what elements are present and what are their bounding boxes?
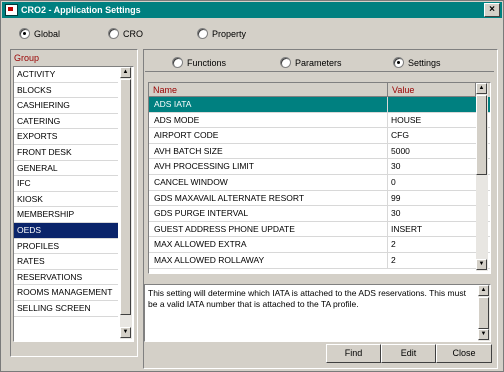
column-header-name[interactable]: Name — [149, 83, 388, 97]
setting-description: This setting will determine which IATA i… — [144, 284, 491, 342]
title-bar[interactable]: CRO2 - Application Settings × — [2, 2, 502, 18]
table-row[interactable]: AVH PROCESSING LIMIT 30 — [149, 159, 490, 175]
table-row[interactable]: MAX ALLOWED ROLLAWAY 2 — [149, 252, 490, 269]
group-item[interactable]: KIOSK — [14, 192, 118, 208]
setting-value-cell[interactable]: 5000 — [388, 144, 476, 159]
tab-parameters[interactable]: Parameters — [280, 57, 342, 68]
group-item[interactable]: RATES — [14, 254, 118, 270]
scope-label-global: Global — [34, 28, 61, 39]
tab-label-parameters: Parameters — [295, 57, 342, 68]
scroll-thumb[interactable] — [476, 95, 487, 175]
table-row[interactable]: CANCEL WINDOW 0 — [149, 174, 490, 191]
scroll-up-icon[interactable]: ▲ — [120, 67, 131, 78]
radio-unselected-icon — [108, 28, 119, 39]
setting-value-cell[interactable]: CFG — [388, 128, 476, 143]
group-title: Group — [14, 53, 40, 63]
table-row[interactable]: GDS PURGE INTERVAL 30 — [149, 206, 490, 222]
radio-selected-icon — [393, 57, 404, 68]
setting-value-cell[interactable]: HOUSE — [388, 113, 476, 128]
group-item[interactable]: FRONT DESK — [14, 145, 118, 161]
group-item[interactable]: ACTIVITY — [14, 67, 118, 83]
find-button[interactable]: Find — [326, 344, 381, 363]
setting-name-cell: AVH BATCH SIZE — [149, 143, 388, 159]
settings-table: Name Value ADS IATA ADS MODE HOUSE AIRPORT … — [148, 82, 491, 274]
setting-value-cell[interactable] — [388, 97, 476, 112]
setting-name-cell: MAX ALLOWED ROLLAWAY — [149, 252, 388, 268]
setting-value-cell[interactable]: INSERT — [388, 222, 476, 237]
group-item[interactable]: GENERAL — [14, 161, 118, 177]
setting-name-cell: MAX ALLOWED EXTRA — [149, 237, 388, 252]
group-item[interactable]: ROOMS MANAGEMENT — [14, 285, 118, 301]
setting-value-cell[interactable]: 30 — [388, 159, 476, 174]
group-list-scrollbar[interactable]: ▲ ▼ — [120, 67, 132, 339]
setting-name-cell: ADS IATA — [149, 97, 388, 112]
description-text: This setting will determine which IATA i… — [148, 288, 466, 309]
scroll-down-icon[interactable]: ▼ — [478, 329, 489, 340]
setting-value-cell[interactable]: 30 — [388, 206, 476, 221]
setting-name-cell: AIRPORT CODE — [149, 128, 388, 143]
radio-unselected-icon — [197, 28, 208, 39]
description-scrollbar[interactable]: ▲ ▼ — [478, 285, 490, 341]
group-item[interactable]: RESERVATIONS — [14, 270, 118, 286]
setting-value-cell[interactable]: 2 — [388, 253, 476, 268]
app-icon — [5, 4, 18, 16]
group-item[interactable]: SELLING SCREEN — [14, 301, 118, 317]
application-settings-window: CRO2 - Application Settings × Global CRO… — [0, 0, 504, 372]
table-row[interactable]: MAX ALLOWED EXTRA 2 — [149, 237, 490, 253]
scroll-thumb[interactable] — [120, 79, 131, 315]
column-header-value[interactable]: Value — [388, 83, 476, 97]
radio-unselected-icon — [280, 57, 291, 68]
window-close-button[interactable]: × — [484, 3, 500, 17]
setting-value-cell[interactable]: 0 — [388, 175, 476, 190]
tab-label-settings: Settings — [408, 57, 441, 68]
scroll-down-icon[interactable]: ▼ — [120, 327, 131, 338]
setting-name-cell: AVH PROCESSING LIMIT — [149, 159, 388, 174]
scope-radio-property[interactable]: Property — [197, 28, 246, 39]
setting-name-cell: ADS MODE — [149, 112, 388, 128]
radio-selected-icon — [19, 28, 30, 39]
close-button[interactable]: Close — [436, 344, 492, 363]
table-row[interactable]: GDS MAXAVAIL ALTERNATE RESORT 99 — [149, 190, 490, 207]
scroll-up-icon[interactable]: ▲ — [478, 285, 489, 296]
scroll-up-icon[interactable]: ▲ — [476, 83, 487, 94]
tab-settings[interactable]: Settings — [393, 57, 441, 68]
setting-name-cell: GUEST ADDRESS PHONE UPDATE — [149, 221, 388, 237]
table-row[interactable]: AIRPORT CODE CFG — [149, 128, 490, 144]
group-item[interactable]: PROFILES — [14, 239, 118, 255]
table-row[interactable]: AVH BATCH SIZE 5000 — [149, 143, 490, 160]
group-item[interactable]: CASHIERING — [14, 98, 118, 114]
radio-unselected-icon — [172, 57, 183, 68]
scroll-down-icon[interactable]: ▼ — [476, 259, 487, 270]
scroll-thumb[interactable] — [478, 297, 489, 329]
group-item[interactable]: CATERING — [14, 114, 118, 130]
setting-name-cell: GDS MAXAVAIL ALTERNATE RESORT — [149, 190, 388, 206]
edit-button[interactable]: Edit — [381, 344, 436, 363]
scope-radio-cro[interactable]: CRO — [108, 28, 143, 39]
tab-functions[interactable]: Functions — [172, 57, 226, 68]
setting-value-cell[interactable]: 2 — [388, 237, 476, 252]
setting-name-cell: GDS PURGE INTERVAL — [149, 206, 388, 221]
group-item[interactable]: BLOCKS — [14, 83, 118, 99]
setting-name-cell: CANCEL WINDOW — [149, 174, 388, 190]
table-row[interactable]: ADS MODE HOUSE — [149, 112, 490, 129]
group-item[interactable]: EXPORTS — [14, 129, 118, 145]
scope-label-property: Property — [212, 28, 247, 39]
table-scrollbar[interactable]: ▲ ▼ — [476, 83, 488, 271]
table-header: Name Value — [149, 83, 490, 97]
scope-radio-global[interactable]: Global — [19, 28, 60, 39]
group-item[interactable]: OEDS — [14, 222, 118, 239]
window-title: CRO2 - Application Settings — [21, 5, 141, 15]
group-item[interactable]: MEMBERSHIP — [14, 207, 118, 223]
setting-value-cell[interactable]: 99 — [388, 191, 476, 206]
table-row[interactable]: ADS IATA — [149, 97, 490, 113]
group-list: ACTIVITY BLOCKS CASHIERING CATERING EXPORTS F… — [13, 66, 134, 342]
scope-label-cro: CRO — [123, 28, 143, 39]
table-row[interactable]: GUEST ADDRESS PHONE UPDATE INSERT — [149, 221, 490, 238]
tab-label-functions: Functions — [187, 57, 227, 68]
group-item[interactable]: IFC — [14, 176, 118, 192]
